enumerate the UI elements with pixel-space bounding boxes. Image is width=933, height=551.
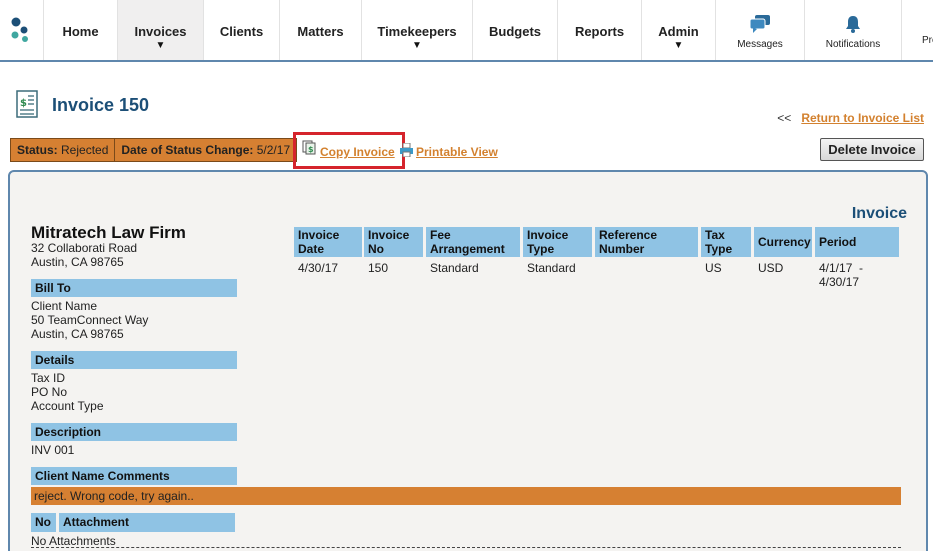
header-line: Date <box>298 242 325 256</box>
nav-reports-label: Reports <box>574 24 625 39</box>
dropdown-arrow-icon: ▼ <box>673 40 684 51</box>
nav-home-label: Home <box>62 24 99 39</box>
nav-invoices[interactable]: Invoices ▼ <box>117 0 203 60</box>
nav-messages[interactable]: Messages <box>715 0 804 60</box>
status-date-cell: Date of Status Change: 5/2/17 <box>115 139 296 161</box>
copy-icon[interactable]: $ <box>302 140 317 155</box>
return-to-invoice-list-link[interactable]: Return to Invoice List <box>801 111 924 125</box>
table-cell-fee-arrangement: Standard <box>430 261 479 275</box>
table-cell-period-start: 4/1/17 - <box>819 261 864 275</box>
table-cell-period-end: 4/30/17 <box>819 275 860 289</box>
nav-notifications[interactable]: Notifications <box>804 0 901 60</box>
bill-to-name: Client Name <box>31 299 98 313</box>
table-header-invoice-type: Invoice Type <box>523 227 592 257</box>
nav-invoices-label: Invoices <box>134 24 187 39</box>
header-line: Fee <box>430 228 451 242</box>
bill-to-address-line-1: 50 TeamConnect Way <box>31 313 149 327</box>
header-line: Tax <box>705 228 725 242</box>
nav-home[interactable]: Home <box>43 0 117 60</box>
delete-invoice-button[interactable]: Delete Invoice <box>820 138 924 161</box>
invoice-document-icon: $ <box>16 90 38 118</box>
header-line: Arrangement <box>430 242 505 256</box>
messages-icon <box>749 15 770 33</box>
nav-reports[interactable]: Reports <box>557 0 641 60</box>
nav-timekeepers[interactable]: Timekeepers ▼ <box>361 0 472 60</box>
nav-preferences[interactable]: Pre <box>901 0 933 60</box>
table-cell-invoice-date: 4/30/17 <box>298 261 339 275</box>
return-to-list: << Return to Invoice List <box>777 111 924 125</box>
status-label: Status: <box>17 143 58 157</box>
firm-address-line-1: 32 Collaborati Road <box>31 241 138 255</box>
status-cell: Status: Rejected <box>11 139 116 161</box>
bell-icon <box>846 16 860 33</box>
printer-icon[interactable] <box>399 143 414 157</box>
status-bar: Status: Rejected Date of Status Change: … <box>10 138 298 162</box>
messages-label: Messages <box>737 39 783 50</box>
header-line: No <box>368 242 384 256</box>
status-value: Rejected <box>61 143 109 157</box>
table-cell-tax-type: US <box>705 261 722 275</box>
table-header-fee-arrangement: Fee Arrangement <box>426 227 520 257</box>
header-line: Invoice <box>527 228 569 242</box>
table-header-period: Period <box>815 227 899 257</box>
invoice-heading: Invoice <box>851 205 907 222</box>
printable-view-link[interactable]: Printable View <box>416 145 498 159</box>
header-line: Type <box>705 242 733 256</box>
attachment-header: Attachment <box>59 513 235 532</box>
details-tax-id: Tax ID <box>31 371 66 385</box>
copy-invoice-link[interactable]: Copy Invoice <box>320 145 395 159</box>
top-navigation: Home Invoices ▼ Clients Matters Timekeepe… <box>0 0 933 62</box>
dropdown-arrow-icon: ▼ <box>412 40 422 51</box>
table-cell-invoice-no: 150 <box>368 261 389 275</box>
nav-matters[interactable]: Matters <box>279 0 361 60</box>
description-header: Description <box>31 423 237 441</box>
details-header: Details <box>31 351 237 369</box>
header-line: Currency <box>758 235 811 249</box>
divider <box>31 547 901 548</box>
dropdown-arrow-icon: ▼ <box>155 40 166 51</box>
table-header-invoice-date: Invoice Date <box>294 227 362 257</box>
table-header-currency: Currency <box>754 227 812 257</box>
header-line: Invoice <box>368 228 410 242</box>
nav-matters-label: Matters <box>297 24 344 39</box>
table-header-invoice-no: Invoice No <box>364 227 423 257</box>
bill-to-address-line-2: Austin, CA 98765 <box>31 327 124 341</box>
bill-to-header: Bill To <box>31 279 237 297</box>
firm-address-line-2: Austin, CA 98765 <box>31 255 124 269</box>
table-header-reference-number: Reference Number <box>595 227 698 257</box>
return-prefix: << <box>777 111 792 125</box>
status-date-label: Date of Status Change: <box>121 143 254 157</box>
mitratech-logo-icon[interactable] <box>0 0 43 60</box>
preferences-label: Pre <box>922 35 933 46</box>
header-line: Type <box>527 242 555 256</box>
svg-text:$: $ <box>308 145 314 154</box>
attachment-no-header: No <box>31 513 56 532</box>
nav-clients[interactable]: Clients <box>203 0 279 60</box>
firm-name: Mitratech Law Firm <box>31 223 186 242</box>
nav-timekeepers-label: Timekeepers <box>377 24 457 39</box>
page-title: Invoice 150 <box>52 95 150 115</box>
table-cell-invoice-type: Standard <box>527 261 576 275</box>
header-line: Reference <box>599 228 658 242</box>
nav-budgets-label: Budgets <box>489 24 541 39</box>
svg-text:$: $ <box>20 98 27 109</box>
table-header-tax-type: Tax Type <box>701 227 751 257</box>
details-account-type: Account Type <box>31 399 104 413</box>
table-cell-currency: USD <box>758 261 784 275</box>
nav-budgets[interactable]: Budgets <box>472 0 557 60</box>
details-po-no: PO No <box>31 385 68 399</box>
notifications-label: Notifications <box>825 39 881 50</box>
comments-header: Client Name Comments <box>31 467 237 485</box>
nav-admin[interactable]: Admin ▼ <box>641 0 715 60</box>
header-line: Invoice <box>298 228 340 242</box>
description-value: INV 001 <box>31 443 75 457</box>
nav-clients-label: Clients <box>219 24 264 39</box>
header-line: Number <box>599 242 645 256</box>
comments-value: reject. Wrong code, try again.. <box>31 487 901 505</box>
no-attachments-text: No Attachments <box>31 534 116 548</box>
nav-admin-label: Admin <box>658 24 699 39</box>
header-line: Period <box>819 235 857 249</box>
status-date-value: 5/2/17 <box>256 143 291 157</box>
